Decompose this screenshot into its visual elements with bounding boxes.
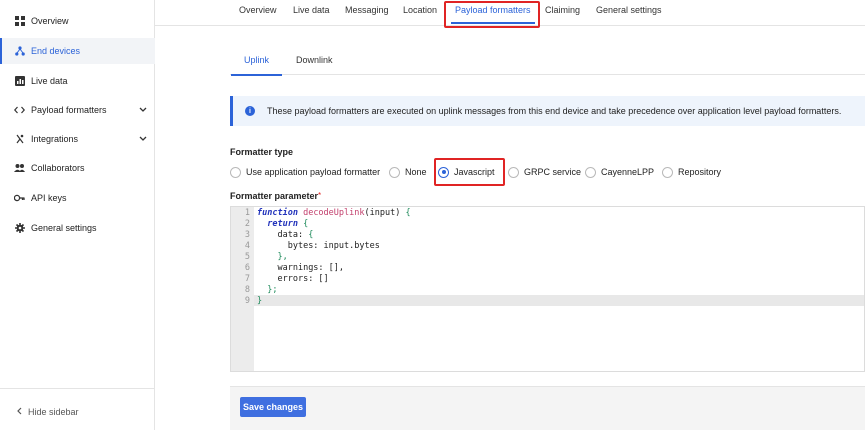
chevron-left-icon (16, 407, 22, 417)
radio-label: Repository (678, 167, 722, 177)
hide-sidebar-button[interactable]: Hide sidebar (16, 407, 79, 417)
code-line: warnings: [], (277, 263, 345, 273)
radio-label: GRPC service (524, 167, 582, 177)
code-line: }, (277, 252, 288, 262)
radio-grpc-service[interactable]: GRPC service (508, 166, 581, 178)
chevron-down-icon[interactable] (139, 105, 147, 115)
line-number: 7 (244, 274, 250, 284)
radio-circle[interactable] (230, 166, 241, 178)
radio-cayennelpp[interactable]: CayenneLPP (585, 166, 654, 178)
sub-tabs: Uplink Downlink (230, 47, 865, 76)
integrations-icon (14, 134, 25, 145)
highlight-box-payload-tab (444, 1, 540, 28)
info-notice: i These payload formatters are executed … (230, 96, 865, 126)
chevron-down-icon[interactable] (139, 134, 147, 144)
tab-downlink[interactable]: Downlink (296, 55, 333, 65)
highlight-box-javascript (434, 158, 505, 186)
radio-label: CayenneLPP (601, 167, 655, 177)
tab-uplink[interactable]: Uplink (230, 55, 283, 76)
line-number: 4 (244, 241, 250, 251)
sidebar-item-label: Integrations (31, 134, 79, 144)
tab-messaging[interactable]: Messaging (345, 5, 389, 23)
radio-use-application-formatter[interactable]: Use application payload formatter (230, 166, 380, 178)
sidebar-footer: Hide sidebar (0, 388, 155, 430)
active-line-highlight (231, 295, 864, 306)
save-changes-button[interactable]: Save changes (240, 397, 306, 417)
radio-repository[interactable]: Repository (662, 166, 721, 178)
line-number: 2 (244, 219, 250, 229)
gear-icon (14, 223, 25, 234)
code-line: return { (267, 219, 309, 229)
code-line: errors: [] (277, 274, 329, 284)
code-line: data: { (277, 230, 314, 240)
sidebar-item-overview[interactable]: Overview (0, 8, 155, 34)
sidebar-item-label: End devices (31, 46, 81, 56)
code-line: }; (267, 285, 278, 295)
radio-circle[interactable] (585, 166, 596, 178)
radio-none[interactable]: None (389, 166, 427, 178)
code-icon (14, 105, 25, 116)
formatter-type-label: Formatter type (230, 147, 294, 157)
sidebar-item-end-devices[interactable]: End devices (0, 38, 155, 64)
sidebar: Overview End devices Live data Payload f… (0, 0, 155, 430)
code-line: function decodeUplink(input) { (257, 208, 411, 218)
line-number: 5 (244, 252, 250, 262)
line-number: 6 (244, 263, 250, 273)
notice-text: These payload formatters are executed on… (267, 106, 842, 116)
sidebar-item-label: General settings (31, 223, 97, 233)
tab-overview[interactable]: Overview (239, 5, 277, 23)
line-number: 8 (244, 285, 250, 295)
line-number: 1 (244, 208, 250, 218)
required-mark: * (318, 191, 322, 200)
key-icon (14, 193, 25, 204)
radio-label: None (405, 167, 427, 177)
device-tree-icon (14, 46, 25, 57)
sidebar-item-label: Payload formatters (31, 105, 107, 115)
sidebar-item-payload-formatters[interactable]: Payload formatters (0, 97, 155, 123)
radio-circle[interactable] (389, 166, 400, 178)
code-line: } (257, 296, 263, 306)
sidebar-item-live-data[interactable]: Live data (0, 68, 155, 94)
people-icon (14, 163, 25, 174)
formatter-parameter-label: Formatter parameter* (230, 191, 322, 201)
chart-icon (14, 76, 25, 87)
sidebar-item-collaborators[interactable]: Collaborators (0, 155, 155, 181)
radio-circle[interactable] (662, 166, 673, 178)
sidebar-item-api-keys[interactable]: API keys (0, 185, 155, 211)
info-icon: i (245, 106, 255, 116)
sidebar-item-label: Live data (31, 76, 68, 86)
hide-sidebar-label: Hide sidebar (28, 407, 79, 417)
form-footer (230, 386, 865, 430)
sidebar-item-label: Collaborators (31, 163, 85, 173)
tab-general-settings[interactable]: General settings (596, 5, 662, 23)
tab-live-data[interactable]: Live data (293, 5, 330, 23)
code-line: bytes: input.bytes (287, 241, 380, 251)
sidebar-item-integrations[interactable]: Integrations (0, 126, 155, 152)
tab-claiming[interactable]: Claiming (545, 5, 580, 23)
radio-label: Use application payload formatter (246, 167, 381, 177)
code-editor[interactable]: 1 2 3 4 5 6 7 8 9 function decodeUplink(… (230, 206, 865, 372)
grid-icon (14, 16, 25, 27)
line-number: 9 (244, 296, 250, 306)
radio-circle[interactable] (508, 166, 519, 178)
tab-location[interactable]: Location (403, 5, 437, 23)
sidebar-item-label: Overview (31, 16, 69, 26)
sidebar-item-general-settings[interactable]: General settings (0, 215, 155, 241)
sidebar-item-label: API keys (31, 193, 67, 203)
line-number: 3 (244, 230, 250, 240)
